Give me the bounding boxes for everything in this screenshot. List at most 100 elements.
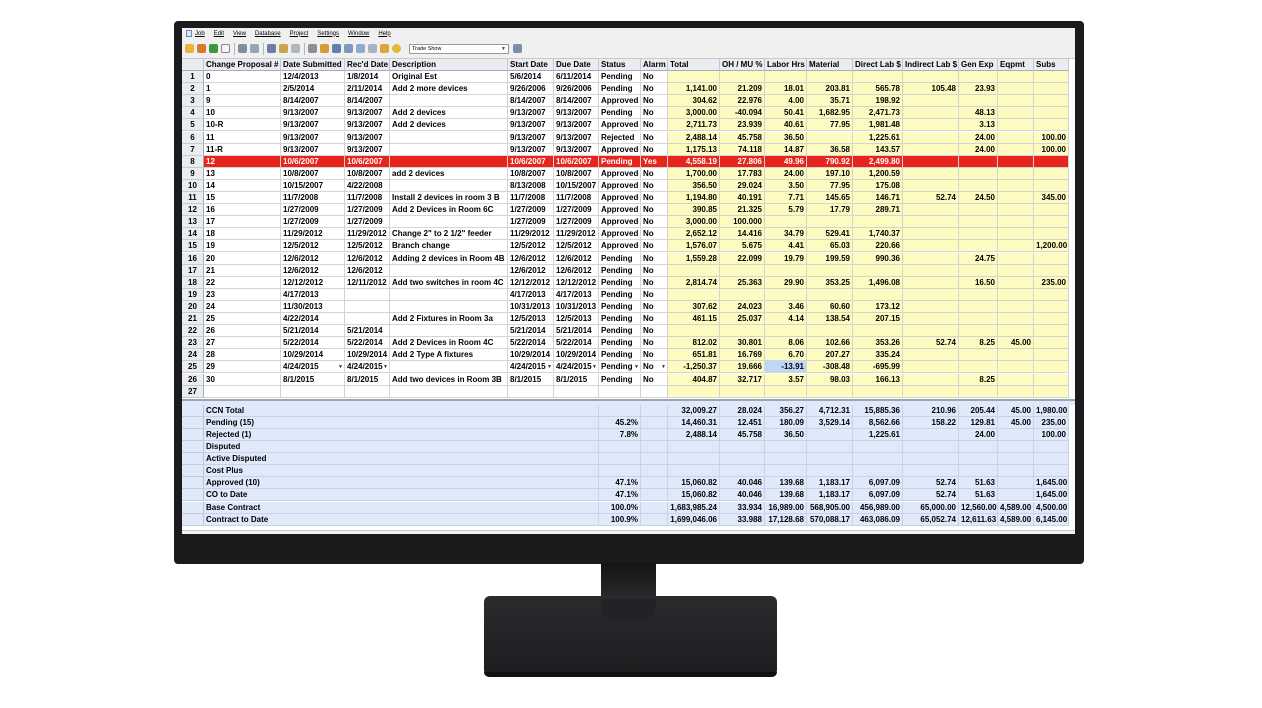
grid-cell[interactable]: 9/13/2007	[554, 143, 599, 156]
grid-cell[interactable]: No	[641, 119, 668, 132]
grid-cell[interactable]	[903, 385, 959, 398]
grid-cell[interactable]: 461.15	[668, 313, 720, 326]
grid-cell[interactable]: 1/27/2009	[281, 204, 345, 217]
grid-cell[interactable]: 34.79	[765, 228, 807, 241]
grid-cell[interactable]	[903, 349, 959, 362]
grid-cell[interactable]: Pending	[599, 288, 641, 301]
grid-cell[interactable]	[959, 155, 998, 168]
grid-cell[interactable]: No	[641, 204, 668, 217]
grid-cell[interactable]	[765, 325, 807, 338]
grid-cell[interactable]	[390, 264, 508, 277]
grid-cell[interactable]: 8/1/2015	[508, 373, 554, 386]
grid-cell[interactable]	[720, 71, 765, 84]
grid-cell[interactable]: 28	[204, 349, 281, 362]
grid-cell[interactable]: 22.099	[720, 252, 765, 265]
grid-cell[interactable]: 220.66	[853, 240, 903, 253]
grid-cell[interactable]: Add 2 devices	[390, 107, 508, 120]
grid-cell[interactable]	[390, 288, 508, 301]
grid-cell[interactable]	[765, 71, 807, 84]
grid-cell[interactable]: 5/21/2014	[554, 325, 599, 338]
grid-cell[interactable]	[1034, 313, 1069, 326]
grid-cell[interactable]: Pending	[599, 107, 641, 120]
grid-cell[interactable]	[959, 325, 998, 338]
grid-cell[interactable]	[390, 155, 508, 168]
grid-cell[interactable]	[998, 373, 1034, 386]
grid-cell[interactable]: 30.801	[720, 337, 765, 350]
grid-cell[interactable]: 45.758	[720, 131, 765, 144]
grid-cell[interactable]: 40.61	[765, 119, 807, 132]
grid-cell[interactable]: 12/5/2013	[554, 313, 599, 326]
grid-cell[interactable]: No	[641, 131, 668, 144]
grid-cell[interactable]: 105.48	[903, 83, 959, 96]
grid-cell[interactable]: Approved	[599, 204, 641, 217]
grid-cell[interactable]	[903, 228, 959, 241]
grid-cell[interactable]	[959, 167, 998, 180]
grid-cell[interactable]	[765, 264, 807, 277]
grid-cell[interactable]	[1034, 107, 1069, 120]
grid-cell[interactable]: No	[641, 349, 668, 362]
grid-cell[interactable]: 8.25	[959, 373, 998, 386]
grid-cell[interactable]: 26	[204, 325, 281, 338]
grid-cell[interactable]: 10/29/2014	[508, 349, 554, 362]
grid-cell[interactable]	[390, 131, 508, 144]
grid-cell[interactable]: 5/21/2014	[345, 325, 390, 338]
grid-cell[interactable]: 100.00	[1034, 131, 1069, 144]
grid-cell[interactable]: 356.50	[668, 179, 720, 192]
grid-cell[interactable]	[853, 264, 903, 277]
grid-cell[interactable]: 207.27	[807, 349, 853, 362]
grid-cell[interactable]	[345, 385, 390, 398]
grid-cell[interactable]	[807, 288, 853, 301]
grid-cell[interactable]: 10/29/2014	[554, 349, 599, 362]
grid-cell[interactable]: No	[641, 373, 668, 386]
grid-cell[interactable]: 13	[204, 167, 281, 180]
grid-cell[interactable]: 12/5/2012	[554, 240, 599, 253]
grid-cell[interactable]: 1,700.00	[668, 167, 720, 180]
grid-cell[interactable]	[903, 119, 959, 132]
grid-cell[interactable]	[959, 95, 998, 108]
grid-cell[interactable]: No	[641, 325, 668, 338]
grid-cell[interactable]: No	[641, 276, 668, 289]
grid-cell[interactable]: 25.363	[720, 276, 765, 289]
grid-cell[interactable]: No ▼	[641, 361, 668, 374]
grid-cell[interactable]: 10/6/2007	[281, 155, 345, 168]
grid-cell[interactable]: Pending	[599, 252, 641, 265]
grid-cell[interactable]	[998, 276, 1034, 289]
grid-cell[interactable]: 11/7/2008	[554, 192, 599, 205]
grid-cell[interactable]: 15	[204, 192, 281, 205]
grid-cell[interactable]: 102.66	[807, 337, 853, 350]
grid-cell[interactable]: 9/13/2007	[508, 131, 554, 144]
grid-cell[interactable]: 8/14/2007	[508, 95, 554, 108]
grid-cell[interactable]: 5/22/2014	[281, 337, 345, 350]
grid-cell[interactable]	[903, 276, 959, 289]
grid-cell[interactable]	[807, 216, 853, 229]
grid-cell[interactable]: 10/8/2007	[508, 167, 554, 180]
grid-cell[interactable]	[998, 204, 1034, 217]
grid-cell[interactable]: 36.50	[765, 131, 807, 144]
grid-cell[interactable]: 1,496.08	[853, 276, 903, 289]
grid-cell[interactable]	[1034, 83, 1069, 96]
column-header[interactable]: Total	[668, 59, 720, 71]
grid-cell[interactable]: 10/6/2007	[345, 155, 390, 168]
grid-cell[interactable]: Pending ▼	[599, 361, 641, 374]
grid-cell[interactable]: 52.74	[903, 192, 959, 205]
grid-cell[interactable]: 565.78	[853, 83, 903, 96]
grid-cell[interactable]: 24.00	[959, 143, 998, 156]
grid-cell[interactable]	[903, 131, 959, 144]
grid-cell[interactable]: 4/24/2015 ▼	[508, 361, 554, 374]
grid-cell[interactable]: No	[641, 167, 668, 180]
grid-cell[interactable]: No	[641, 337, 668, 350]
grid-cell[interactable]	[1034, 71, 1069, 84]
grid-cell[interactable]: Add 2 Devices in Room 4C	[390, 337, 508, 350]
grid-cell[interactable]: 24	[204, 300, 281, 313]
column-header[interactable]: Change Proposal #	[204, 59, 281, 71]
grid-cell[interactable]	[390, 216, 508, 229]
grid-cell[interactable]: 4/17/2013	[508, 288, 554, 301]
grid-cell[interactable]: 60.60	[807, 300, 853, 313]
grid-cell[interactable]: 2,711.73	[668, 119, 720, 132]
grid-cell[interactable]: 10/8/2007	[281, 167, 345, 180]
column-header[interactable]: Labor Hrs	[765, 59, 807, 71]
grid-cell[interactable]: No	[641, 252, 668, 265]
grid-cell[interactable]: 12/4/2013	[281, 71, 345, 84]
grid-cell[interactable]	[720, 325, 765, 338]
column-header[interactable]: Alarm	[641, 59, 668, 71]
